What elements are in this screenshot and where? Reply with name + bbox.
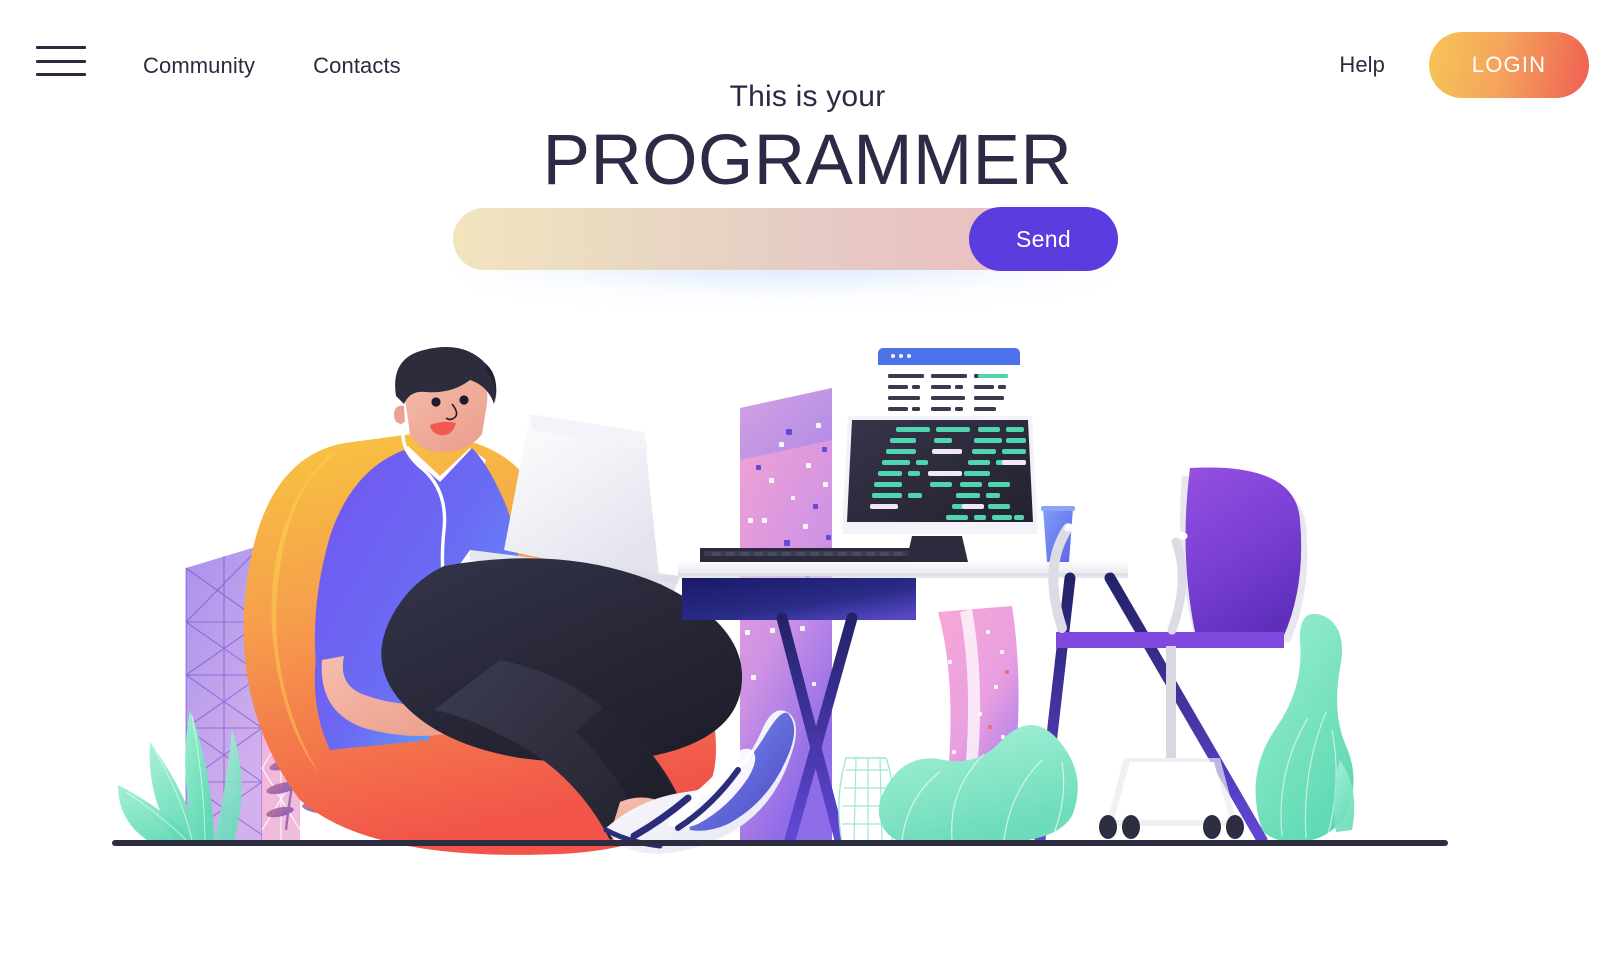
- illustration-svg: [112, 347, 1448, 855]
- desk-apron: [682, 578, 916, 620]
- send-button[interactable]: Send: [969, 207, 1118, 271]
- landing-page: Community Contacts Help LOGIN This is yo…: [0, 0, 1615, 980]
- nav-link-community[interactable]: Community: [143, 53, 255, 79]
- hamburger-line: [36, 46, 86, 49]
- monitor: [842, 416, 1038, 562]
- programmer-working-illustration: [0, 330, 1615, 890]
- search-bar: Send: [453, 207, 1118, 296]
- hero-eyebrow: This is your: [729, 80, 886, 113]
- monitor-stand: [906, 536, 968, 562]
- nav-link-help[interactable]: Help: [1339, 52, 1385, 78]
- nav-links-left: Community Contacts: [143, 53, 401, 79]
- plants-foreground: [838, 613, 1355, 843]
- chair-backrest: [1185, 467, 1302, 648]
- nav-link-contacts[interactable]: Contacts: [313, 53, 401, 79]
- hamburger-line: [36, 59, 86, 63]
- page-title: PROGRAMMER: [542, 121, 1073, 200]
- hero-section: This is your PROGRAMMER: [0, 82, 1615, 199]
- hamburger-menu-icon[interactable]: [36, 44, 86, 78]
- chair-seat: [1056, 632, 1284, 648]
- chair-column: [1166, 646, 1176, 758]
- ground-line: [112, 840, 1448, 846]
- hamburger-line: [36, 73, 86, 76]
